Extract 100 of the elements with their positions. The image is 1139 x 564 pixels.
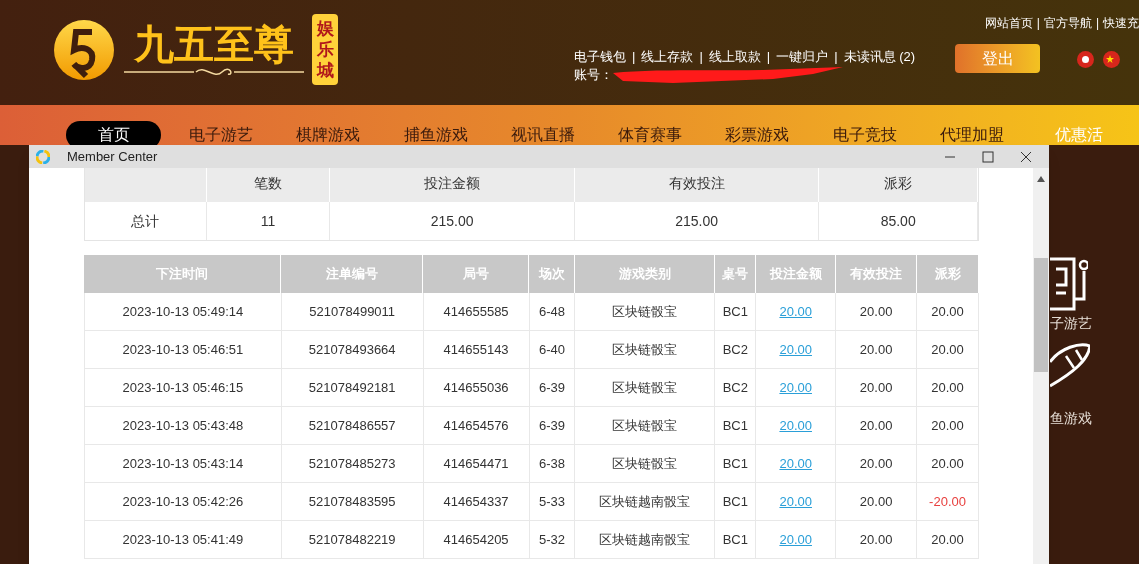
table-cell: 414654205: [423, 521, 530, 558]
table-cell: 区块链骰宝: [575, 293, 716, 330]
separator: |: [632, 48, 636, 66]
table-cell: 2023-10-13 05:42:26: [85, 483, 282, 520]
account-link[interactable]: 线上存款: [641, 48, 694, 66]
table-cell: 6-48: [529, 293, 576, 330]
separator: |: [699, 48, 703, 66]
table-cell: 521078483595: [281, 483, 424, 520]
app-icon: [36, 149, 50, 164]
table-cell: 5-32: [529, 521, 576, 558]
logo-title: 九五至尊: [134, 21, 294, 66]
table-cell: 区块链骰宝: [575, 445, 716, 482]
nav-tab[interactable]: 捕鱼游戏: [387, 121, 484, 149]
table-cell: 414655036: [423, 369, 530, 406]
account-link[interactable]: 一键归户: [776, 48, 829, 66]
table-cell: 6-39: [529, 369, 576, 406]
table-cell: 20.00: [836, 293, 918, 330]
nav-tab[interactable]: 棋牌游戏: [280, 121, 376, 149]
flower-flag-icon: [1077, 51, 1095, 68]
table-cell: 20.00: [836, 407, 918, 444]
table-cell: 6-40: [529, 331, 576, 368]
summary-cell: 215.00: [574, 202, 820, 240]
table-cell: 2023-10-13 05:46:15: [85, 369, 282, 406]
table-cell: 414655585: [423, 293, 530, 330]
maximize-icon: [982, 150, 994, 163]
table-cell: 20.00: [836, 445, 918, 482]
table-cell: 521078482219: [281, 521, 424, 558]
minimize-icon: [944, 155, 956, 158]
table-cell: 521078485273: [281, 445, 424, 482]
account-link[interactable]: 线上取款: [708, 48, 761, 66]
table-cell: 20.00: [836, 521, 918, 558]
table-cell: 20.00: [836, 331, 918, 368]
table-cell: 20.00: [917, 293, 979, 330]
account-link[interactable]: 未读讯息 (2): [843, 48, 916, 66]
table-cell: 20.00: [917, 369, 979, 406]
table-cell: BC1: [715, 521, 757, 558]
table-cell: 区块链骰宝: [575, 369, 716, 406]
star-flag-icon: [1103, 51, 1121, 68]
table-cell: 414655143: [423, 331, 530, 368]
nav-tab[interactable]: 视讯直播: [495, 121, 591, 149]
table-cell: 6-38: [529, 445, 576, 482]
menu-label: 鱼游戏: [1050, 409, 1092, 428]
table-cell: 2023-10-13 05:43:48: [85, 407, 282, 444]
table-cell: 区块链骰宝: [575, 331, 716, 368]
separator: |: [1095, 15, 1099, 32]
summary-cell: 85.00: [819, 202, 978, 240]
table-cell: 521078493664: [281, 331, 424, 368]
account-label: 账号：: [574, 66, 613, 84]
table-cell: BC2: [715, 369, 757, 406]
close-icon: [1020, 150, 1032, 163]
table-cell: 区块链越南骰宝: [575, 521, 716, 558]
nav-tab[interactable]: 彩票游戏: [709, 121, 806, 149]
table-cell: BC1: [715, 483, 757, 520]
table-cell: 5-33: [529, 483, 576, 520]
table-cell: -20.00: [917, 483, 979, 520]
table-cell: BC1: [715, 407, 757, 444]
table-cell: 2023-10-13 05:43:14: [85, 445, 282, 482]
table-cell: 6-39: [529, 407, 576, 444]
table-cell: BC2: [715, 331, 757, 368]
table-cell: 414654337: [423, 483, 530, 520]
table-cell: BC1: [715, 293, 757, 330]
table-cell: BC1: [715, 445, 757, 482]
nav-tab[interactable]: 体育赛事: [602, 121, 698, 149]
table-cell: 20.00: [836, 369, 918, 406]
logo-badge: 娱乐城: [312, 14, 338, 85]
summary-header-cell: 笔数: [206, 168, 331, 202]
top-link[interactable]: 网站首页: [984, 14, 1033, 32]
table-cell: 521078499011: [281, 293, 424, 330]
window-title: Member Center: [67, 147, 158, 166]
top-link[interactable]: 官方导航: [1043, 14, 1092, 32]
scrollbar[interactable]: [1033, 168, 1049, 564]
top-link[interactable]: 快速充: [1103, 14, 1139, 32]
table-cell: 区块链骰宝: [575, 407, 716, 444]
summary-header-cell: 派彩: [819, 168, 978, 202]
table-cell: 20.00: [917, 521, 979, 558]
separator: |: [834, 48, 838, 66]
menu-label: 子游艺: [1050, 314, 1092, 333]
table-cell: 区块链越南骰宝: [575, 483, 716, 520]
summary-cell: 总计: [85, 202, 207, 240]
table-cell: 414654576: [423, 407, 530, 444]
table-cell: 414654471: [423, 445, 530, 482]
table-cell: 20.00: [917, 331, 979, 368]
table-cell: 2023-10-13 05:41:49: [85, 521, 282, 558]
summary-header-cell: 有效投注: [574, 168, 820, 202]
separator: |: [766, 48, 771, 66]
table-cell: 521078486557: [281, 407, 424, 444]
table-cell: 20.00: [836, 483, 918, 520]
separator: |: [1036, 15, 1040, 32]
table-cell: 2023-10-13 05:49:14: [85, 293, 282, 330]
logo-icon: [52, 17, 116, 82]
table-cell: 20.00: [917, 445, 979, 482]
table-cell: 2023-10-13 05:46:51: [85, 331, 282, 368]
table-cell: 521078492181: [281, 369, 424, 406]
account-link[interactable]: 电子钱包: [574, 48, 626, 66]
nav-tab[interactable]: 电子游艺: [173, 121, 269, 149]
scroll-up-icon[interactable]: [1037, 176, 1045, 182]
summary-cell: 11: [206, 202, 331, 240]
nav-tab[interactable]: 电子竞技: [817, 121, 913, 149]
summary-header-cell: 投注金额: [330, 168, 575, 202]
nav-tab[interactable]: 代理加盟: [924, 121, 1020, 149]
